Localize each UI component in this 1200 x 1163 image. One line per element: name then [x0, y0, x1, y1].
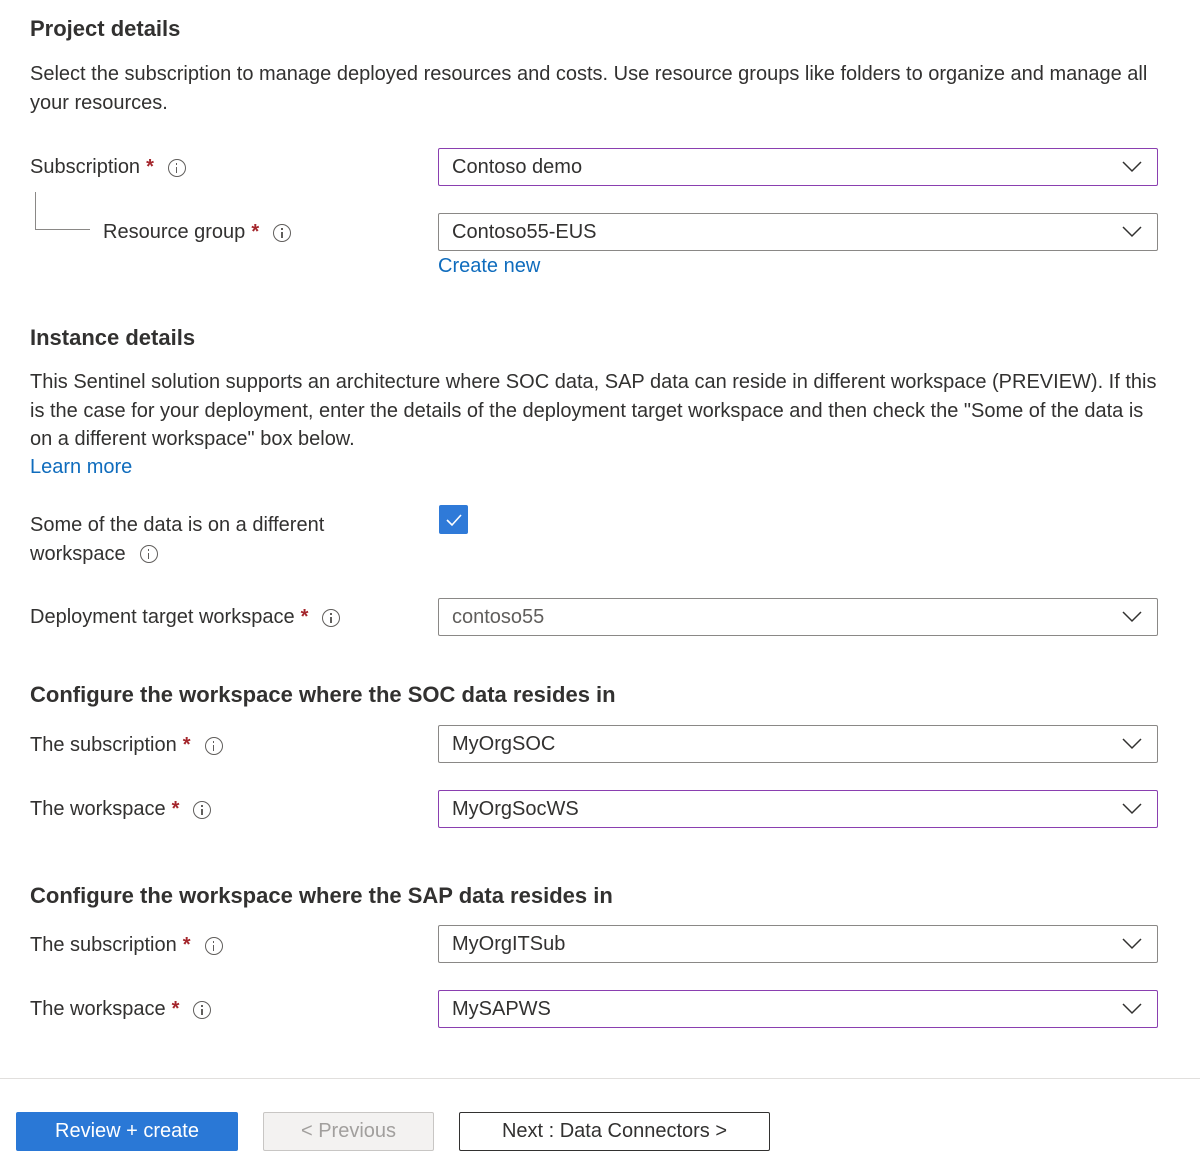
required-asterisk: * [182, 734, 191, 756]
soc-workspace-label: The workspace * [30, 798, 212, 821]
subscription-value: Contoso demo [452, 155, 583, 178]
subscription-label: Subscription * [30, 156, 186, 179]
project-details-description: Select the subscription to manage deploy… [30, 63, 1148, 114]
different-workspace-label: Some of the data is on a different works… [30, 511, 324, 568]
info-icon[interactable] [193, 1000, 212, 1019]
soc-subscription-label: The subscription * [30, 734, 223, 757]
info-icon[interactable] [139, 544, 158, 563]
target-workspace-value: contoso55 [452, 605, 545, 628]
chevron-down-icon [1122, 938, 1142, 950]
resource-group-dropdown[interactable]: Contoso55-EUS [438, 213, 1158, 251]
required-asterisk: * [182, 934, 191, 956]
previous-button[interactable]: < Previous [263, 1112, 434, 1151]
info-icon[interactable] [204, 936, 223, 955]
sap-subscription-value: MyOrgITSub [452, 932, 566, 955]
required-asterisk: * [300, 606, 309, 628]
instance-details-description: This Sentinel solution supports an archi… [30, 371, 1157, 450]
sap-workspace-dropdown[interactable]: MySAPWS [438, 990, 1158, 1028]
soc-heading: Configure the workspace where the SOC da… [30, 682, 616, 707]
soc-workspace-value: MyOrgSocWS [452, 797, 579, 820]
sap-heading: Configure the workspace where the SAP da… [30, 883, 613, 908]
info-icon[interactable] [193, 800, 212, 819]
required-asterisk: * [146, 156, 154, 178]
soc-workspace-dropdown[interactable]: MyOrgSocWS [438, 790, 1158, 828]
different-workspace-checkbox[interactable] [439, 505, 468, 534]
chevron-down-icon [1122, 803, 1142, 815]
create-new-link[interactable]: Create new [438, 255, 540, 278]
target-workspace-label-text: Deployment target workspace [30, 606, 295, 628]
required-asterisk: * [171, 798, 180, 820]
different-workspace-label-line2-row: workspace [30, 540, 324, 569]
footer-divider [0, 1078, 1200, 1079]
sap-subscription-label-text: The subscription [30, 934, 177, 956]
required-asterisk: * [171, 998, 180, 1020]
checkmark-icon [445, 513, 462, 526]
sap-workspace-label-text: The workspace [30, 998, 166, 1020]
info-icon[interactable] [167, 158, 186, 177]
info-icon[interactable] [204, 736, 223, 755]
target-workspace-label: Deployment target workspace * [30, 606, 341, 629]
different-workspace-label-line1: Some of the data is on a different [30, 514, 325, 536]
subscription-label-text: Subscription [30, 156, 141, 178]
target-workspace-dropdown[interactable]: contoso55 [438, 598, 1158, 636]
chevron-down-icon [1122, 1003, 1142, 1015]
soc-workspace-label-text: The workspace [30, 798, 166, 820]
chevron-down-icon [1122, 738, 1142, 750]
resource-group-label-text: Resource group [103, 221, 246, 243]
sap-workspace-value: MySAPWS [452, 997, 551, 1020]
next-data-connectors-button[interactable]: Next : Data Connectors > [459, 1112, 770, 1151]
review-create-button[interactable]: Review + create [16, 1112, 238, 1151]
info-icon[interactable] [322, 608, 341, 627]
chevron-down-icon [1122, 161, 1142, 173]
subscription-dropdown[interactable]: Contoso demo [438, 148, 1158, 186]
chevron-down-icon [1122, 226, 1142, 238]
project-details-heading: Project details [30, 16, 181, 41]
soc-subscription-dropdown[interactable]: MyOrgSOC [438, 725, 1158, 763]
resource-group-value: Contoso55-EUS [452, 220, 597, 243]
required-asterisk: * [251, 221, 260, 243]
soc-subscription-label-text: The subscription [30, 734, 177, 756]
different-workspace-label-line2: workspace [30, 542, 126, 565]
sap-workspace-label: The workspace * [30, 998, 212, 1021]
learn-more-link[interactable]: Learn more [30, 456, 132, 479]
chevron-down-icon [1122, 611, 1142, 623]
tree-connector [35, 192, 90, 230]
sap-subscription-label: The subscription * [30, 934, 223, 957]
info-icon[interactable] [273, 223, 292, 242]
instance-details-heading: Instance details [30, 325, 196, 350]
soc-subscription-value: MyOrgSOC [452, 732, 556, 755]
resource-group-label: Resource group * [103, 221, 292, 244]
sap-subscription-dropdown[interactable]: MyOrgITSub [438, 925, 1158, 963]
